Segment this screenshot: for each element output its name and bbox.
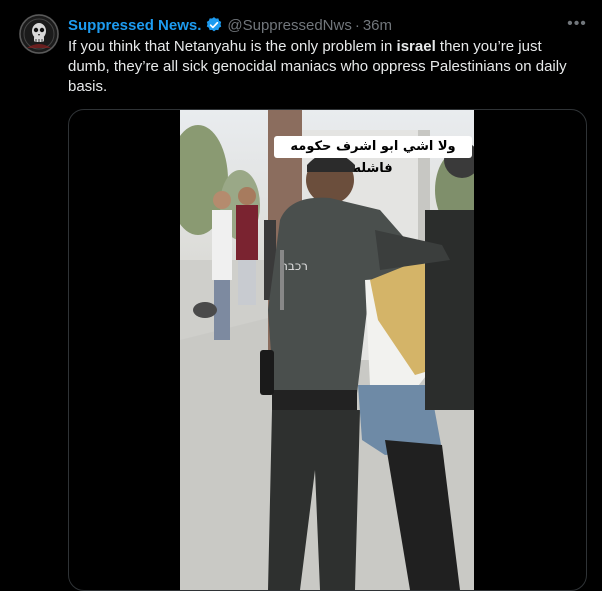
tweet-text-part: If you think that Netanyahu is the only … [68,38,397,55]
avatar[interactable] [19,14,59,54]
tweet[interactable]: Suppressed News. @SuppressedNws · 36m ••… [0,0,602,591]
author-name[interactable]: Suppressed News. [68,17,201,34]
verified-badge-icon [205,16,223,34]
media-container[interactable]: רכבת ولا اشي ابو اشرف حكومه فاشله [68,109,587,591]
uniform-text: רכבת [280,259,308,273]
author-handle[interactable]: @SuppressedNws [227,17,351,34]
video-caption: ولا اشي ابو اشرف حكومه فاشله [274,136,472,176]
timestamp[interactable]: 36m [363,17,392,34]
separator-dot: · [354,16,360,34]
video-player[interactable]: רכבת ولا اشي ابو اشرف حكومه فاشله [180,110,474,590]
skull-portrait-icon [19,14,59,54]
tweet-header: Suppressed News. @SuppressedNws · 36m [68,15,392,35]
tweet-text: If you think that Netanyahu is the only … [68,37,583,97]
more-options-icon[interactable]: ••• [566,14,588,34]
video-frame-image: רכבת [180,110,474,590]
tweet-text-bold: israel [396,38,436,55]
